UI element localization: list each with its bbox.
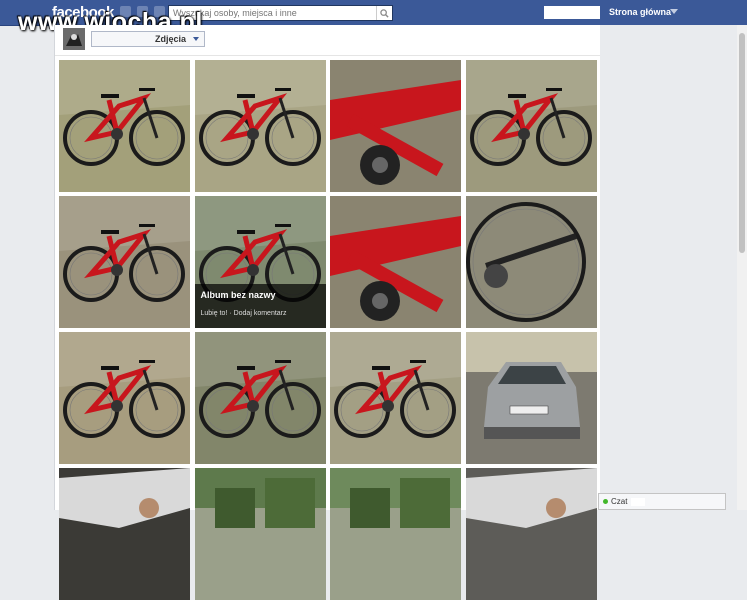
photo-image [59,60,190,192]
avatar[interactable] [63,28,85,50]
photo-thumbnail[interactable] [194,468,326,600]
photo-image [465,468,597,600]
photo-image [194,60,326,192]
chat-label: Czat [611,497,628,506]
chat-bar[interactable]: Czat [598,493,726,510]
photo-image [59,196,190,328]
like-link[interactable]: Lubię to! [201,310,228,317]
photos-page: Zdjęcia Album bez nazwy Lubię to! · Doda… [54,25,601,600]
search-button[interactable] [375,6,393,20]
scrollbar-thumb[interactable] [739,33,745,253]
photo-image [59,332,190,464]
photo-actions: Lubię to! · Dodaj komentarz [201,310,287,317]
photo-image [330,468,461,600]
chevron-down-icon [193,37,199,41]
photo-thumbnail[interactable] [465,196,597,328]
photo-image [194,332,326,464]
photo-image [465,60,597,192]
photo-hover-overlay: Album bez nazwy Lubię to! · Dodaj koment… [194,284,326,328]
photo-thumbnail[interactable] [194,60,326,192]
photo-thumbnail[interactable]: Album bez nazwy Lubię to! · Dodaj koment… [194,196,326,328]
scrollbar[interactable] [737,25,747,510]
online-status-icon [603,499,608,504]
photo-thumbnail[interactable] [330,60,461,192]
online-count [631,497,646,506]
search-icon [380,8,389,18]
photo-image [330,196,461,328]
photo-thumbnail[interactable] [330,468,461,600]
album-selector-label: Zdjęcia [154,34,186,44]
right-column [600,25,747,510]
photo-image [465,332,597,464]
photo-thumbnail[interactable] [59,332,190,464]
photo-thumbnail[interactable] [59,196,190,328]
photo-thumbnail[interactable] [194,332,326,464]
comment-link[interactable]: Dodaj komentarz [234,310,287,317]
photo-thumbnail[interactable] [465,60,597,192]
photo-image [194,468,326,600]
album-selector[interactable]: Zdjęcia [91,31,205,47]
photo-thumbnail[interactable] [330,332,461,464]
photo-thumbnail[interactable] [465,468,597,600]
photo-image [330,60,461,192]
photo-thumbnail[interactable] [59,468,190,600]
account-menu-chevron-icon[interactable] [670,9,678,14]
photo-image [465,196,597,328]
album-title[interactable]: Album bez nazwy [201,290,276,300]
home-link[interactable]: Strona główna [609,7,671,17]
photo-image [59,468,190,600]
photo-image [330,332,461,464]
photo-thumbnail[interactable] [330,196,461,328]
photo-thumbnail[interactable] [465,332,597,464]
photo-thumbnail[interactable] [59,60,190,192]
profile-name-link[interactable] [544,6,600,19]
album-header: Zdjęcia [55,25,600,56]
